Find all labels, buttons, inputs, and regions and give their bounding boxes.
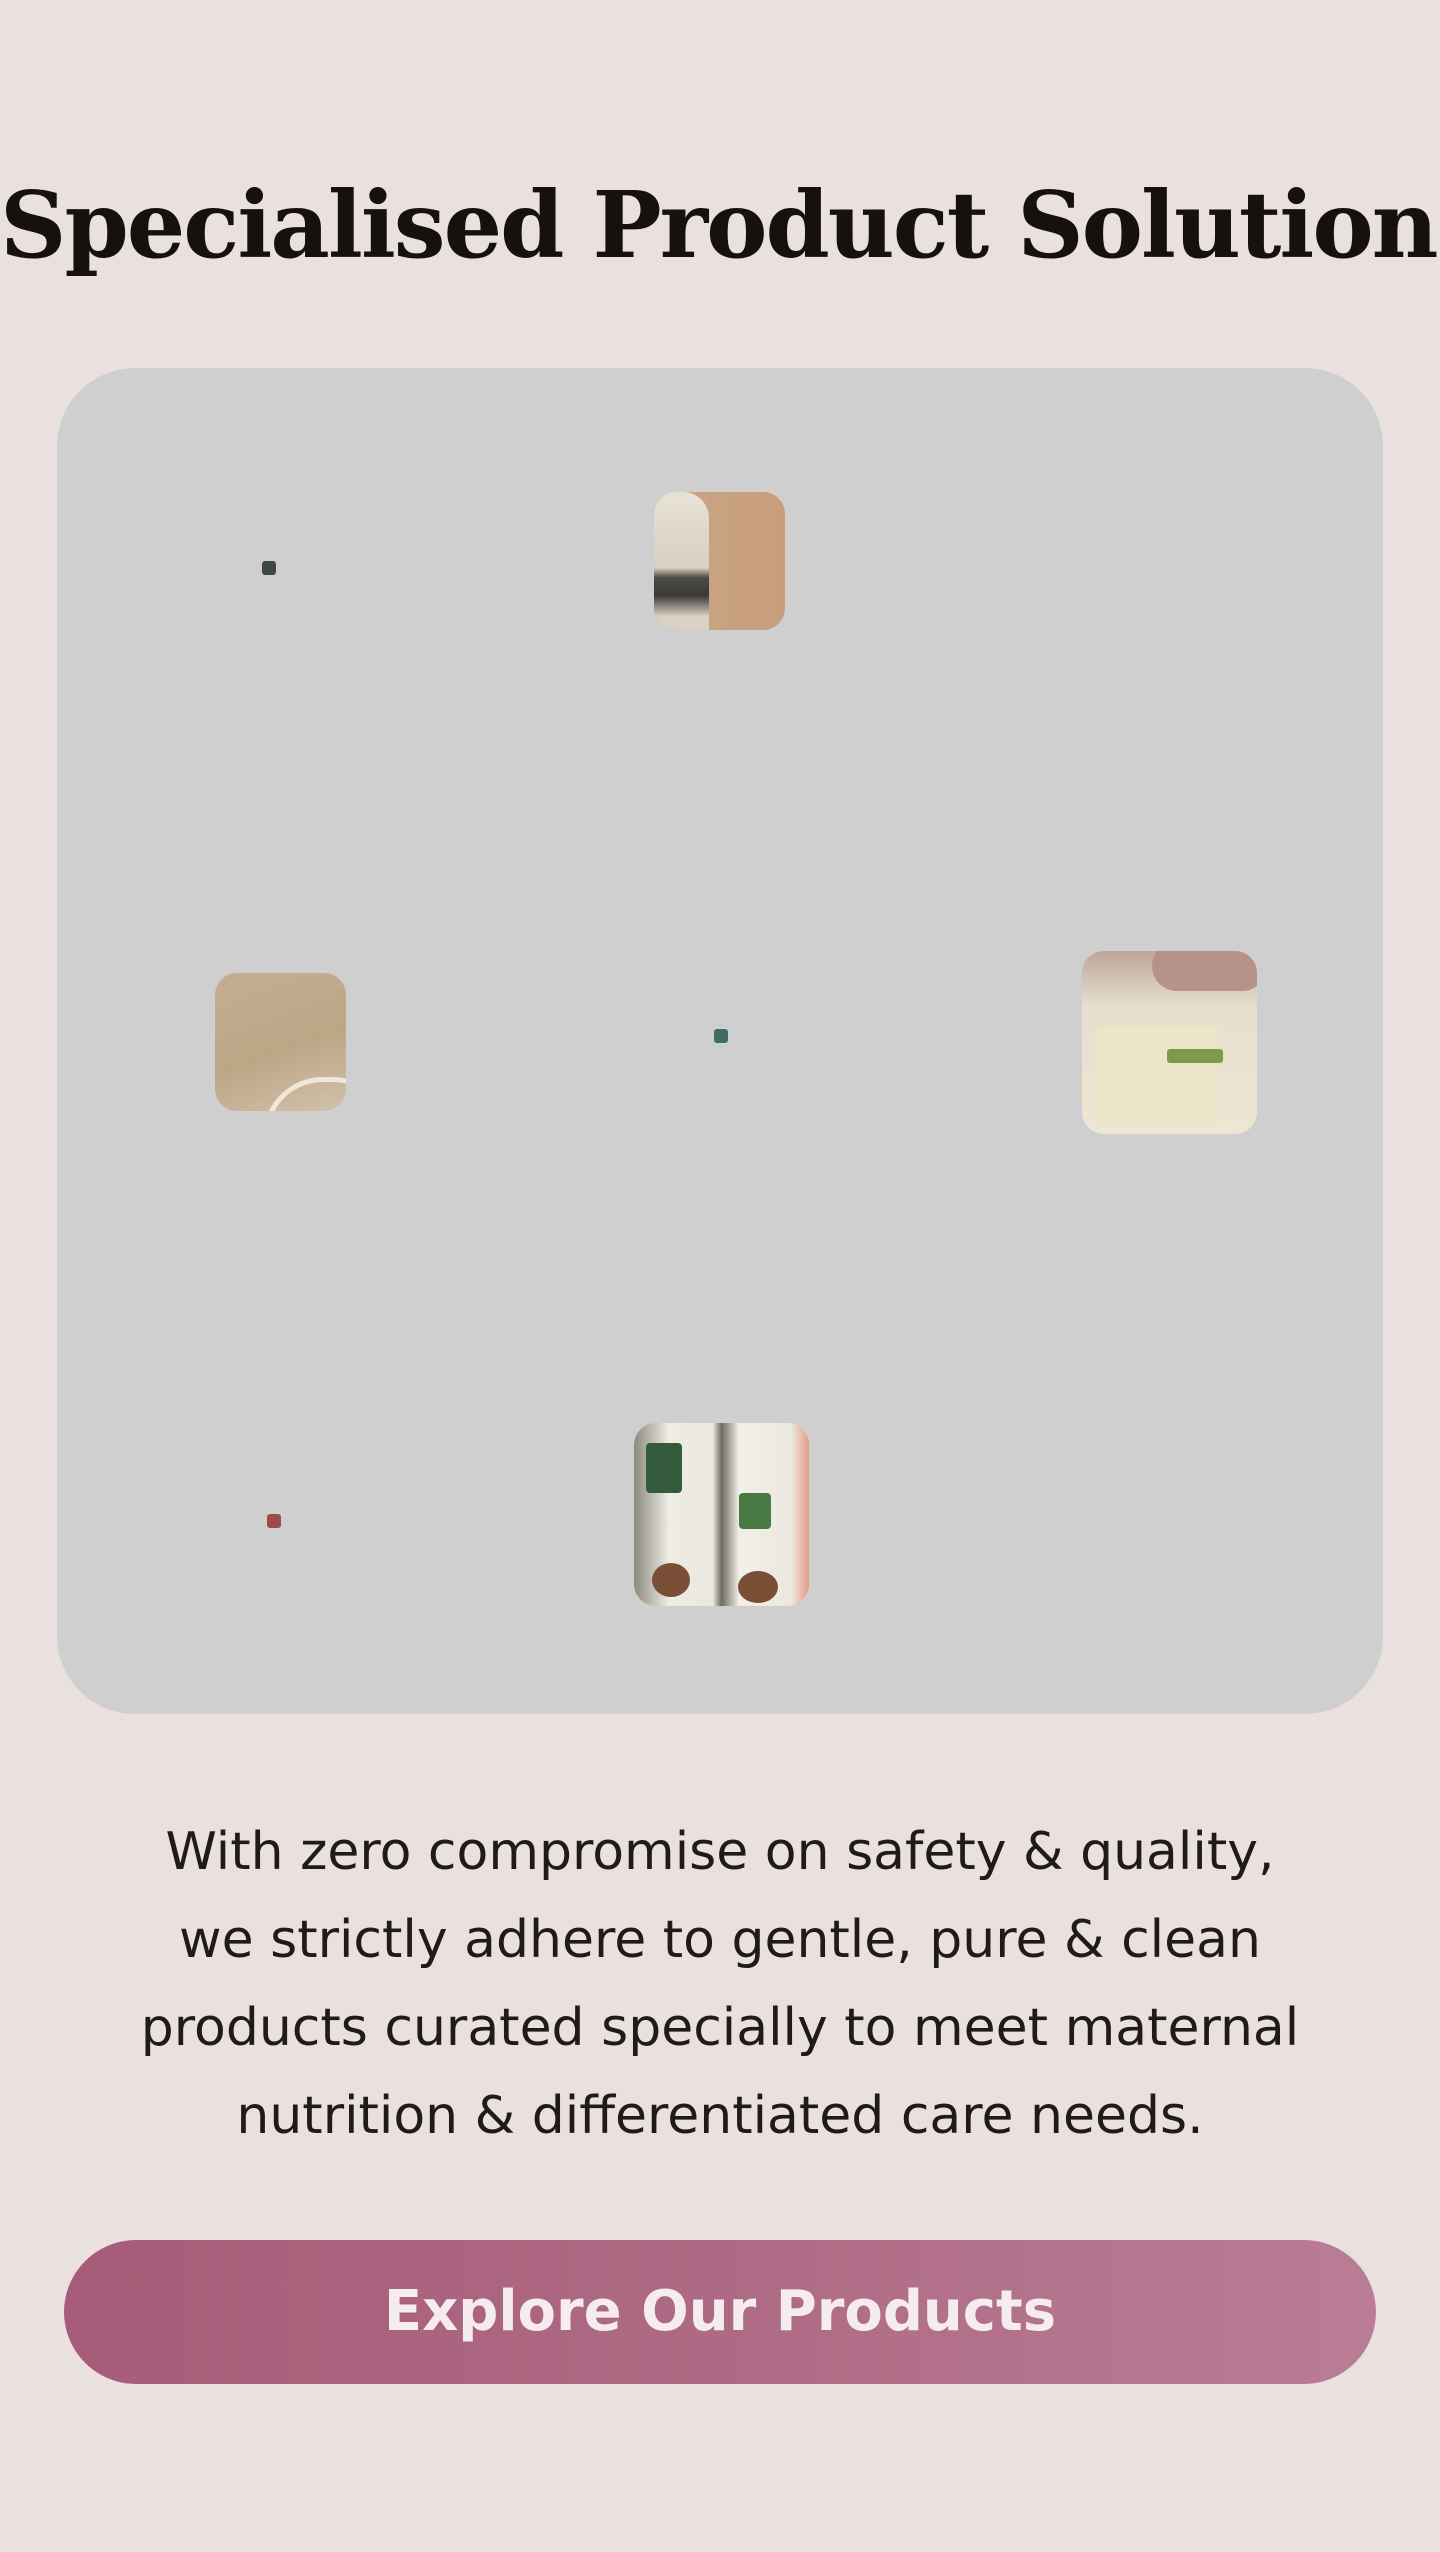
explore-products-button[interactable]: Explore Our Products	[64, 2240, 1376, 2384]
hand-image	[1152, 951, 1257, 991]
product-strap-image	[263, 1077, 346, 1111]
product-label-image	[739, 1493, 771, 1529]
description-text: With zero compromise on safety & quality…	[70, 1808, 1370, 2160]
loading-dot	[267, 1514, 281, 1528]
product-thumbnail[interactable]	[215, 973, 346, 1111]
loading-dot	[262, 561, 276, 575]
loading-dot	[714, 1029, 728, 1043]
product-bottle-image	[654, 492, 709, 630]
product-label-image	[1097, 1026, 1217, 1126]
description-line: products curated specially to meet mater…	[140, 1998, 1300, 2058]
product-label-image	[646, 1443, 682, 1493]
description-line: With zero compromise on safety & quality…	[165, 1822, 1275, 1882]
product-thumbnail[interactable]	[634, 1423, 809, 1606]
product-thumbnail[interactable]	[654, 492, 785, 630]
description-line: we strictly adhere to gentle, pure & cle…	[179, 1910, 1261, 1970]
description-line: nutrition & differentiated care needs.	[236, 2086, 1204, 2146]
product-image-gallery	[57, 368, 1383, 1714]
product-illustration-image	[652, 1563, 690, 1597]
page-title: Specialised Product Solutions	[0, 171, 1440, 279]
product-tag-image	[1167, 1049, 1223, 1063]
product-illustration-image	[738, 1571, 778, 1603]
product-thumbnail[interactable]	[1082, 951, 1257, 1134]
